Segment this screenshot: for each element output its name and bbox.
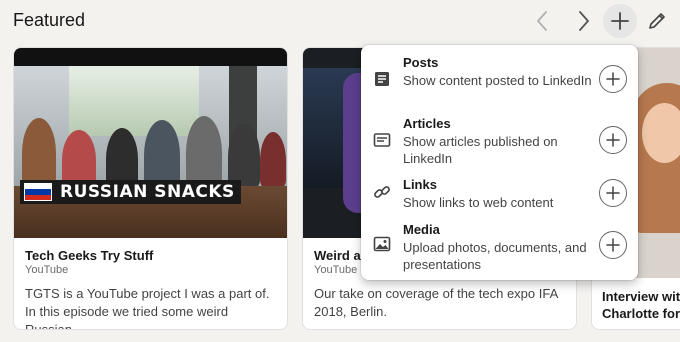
add-featured-menu: Posts Show content posted to LinkedIn Ar… (361, 45, 638, 280)
menu-item-label: Links (403, 177, 437, 192)
card-source: YouTube (314, 264, 358, 276)
menu-item-label: Media (403, 222, 440, 237)
featured-card[interactable]: RUSSIAN SNACKS Tech Geeks Try Stuff YouT… (13, 47, 288, 330)
menu-item-media[interactable]: Media Upload photos, documents, and pres… (361, 222, 638, 282)
card-description: TGTS is a YouTube project I was a part o… (25, 286, 270, 330)
menu-item-description: Show articles published on LinkedIn (403, 134, 558, 166)
next-button[interactable] (567, 4, 601, 38)
add-featured-button[interactable] (603, 4, 637, 38)
article-icon (373, 133, 391, 147)
plus-icon (611, 12, 629, 30)
menu-item-label: Posts (403, 55, 439, 70)
card-title: Interview with Charlotte for (602, 289, 680, 321)
edit-featured-button[interactable] (640, 4, 674, 38)
menu-item-description: Show links to web content (403, 195, 554, 210)
russia-flag-icon (24, 183, 52, 201)
document-icon (375, 72, 389, 86)
featured-header: Featured (0, 0, 680, 42)
video-thumbnail: RUSSIAN SNACKS (14, 48, 287, 238)
previous-button[interactable] (525, 4, 559, 38)
menu-item-label: Articles (403, 116, 451, 131)
plus-icon (606, 186, 620, 200)
plus-icon (606, 238, 620, 252)
plus-icon (606, 133, 620, 147)
card-title: Tech Geeks Try Stuff (25, 248, 154, 263)
thumbnail-banner: RUSSIAN SNACKS (20, 180, 241, 204)
menu-item-description: Show content posted to LinkedIn (403, 73, 592, 88)
section-title: Featured (13, 10, 86, 30)
card-source: YouTube (25, 264, 69, 276)
chevron-left-icon (537, 11, 547, 31)
card-description: Our take on coverage of the tech expo IF… (314, 286, 558, 319)
menu-item-articles[interactable]: Articles Show articles published on Link… (361, 116, 638, 176)
add-media-button[interactable] (599, 231, 627, 259)
chevron-right-icon (579, 11, 589, 31)
menu-item-description: Upload photos, documents, and presentati… (403, 240, 587, 272)
link-icon (374, 186, 390, 198)
plus-icon (606, 72, 620, 86)
image-icon (373, 236, 391, 252)
menu-item-posts[interactable]: Posts Show content posted to LinkedIn (361, 55, 638, 115)
add-posts-button[interactable] (599, 65, 627, 93)
thumbnail-caption: RUSSIAN SNACKS (60, 182, 235, 202)
add-articles-button[interactable] (599, 126, 627, 154)
pencil-icon (649, 13, 665, 29)
add-links-button[interactable] (599, 179, 627, 207)
